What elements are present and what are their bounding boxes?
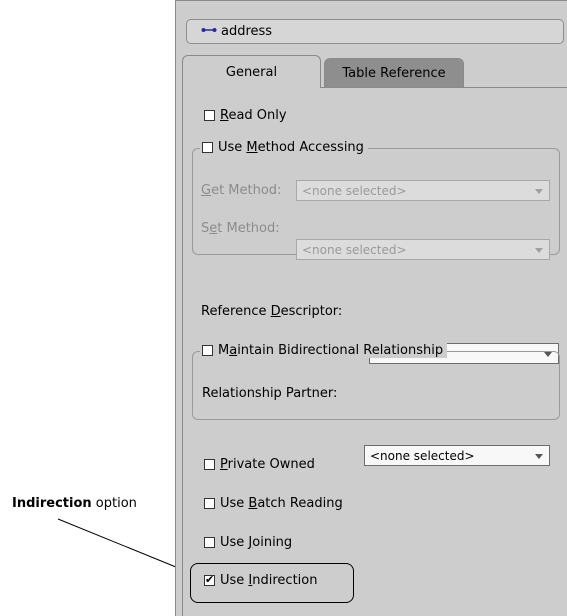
use-method-accessing-box[interactable] bbox=[202, 142, 213, 153]
get-method-value: <none selected> bbox=[302, 184, 407, 198]
tab-table-reference-label: Table Reference bbox=[342, 66, 446, 81]
set-method-dropdown: <none selected> bbox=[296, 239, 550, 260]
read-only-checkbox[interactable]: Read Only bbox=[204, 108, 287, 123]
relationship-partner-dropdown[interactable]: <none selected> bbox=[364, 445, 550, 466]
use-method-accessing-label: Use Method Accessing bbox=[218, 140, 364, 155]
read-only-label: Read Only bbox=[220, 108, 287, 123]
use-batch-reading-checkbox[interactable]: Use Batch Reading bbox=[204, 496, 343, 511]
tab-general-label: General bbox=[225, 64, 278, 80]
use-batch-reading-label: Use Batch Reading bbox=[220, 496, 343, 511]
chevron-down-icon bbox=[535, 454, 543, 459]
maintain-bidirectional-box[interactable] bbox=[202, 345, 213, 356]
indirection-highlight bbox=[190, 563, 354, 603]
use-method-accessing-checkbox[interactable]: Use Method Accessing bbox=[200, 140, 368, 155]
get-method-dropdown: <none selected> bbox=[296, 180, 550, 201]
relationship-partner-label: Relationship Partner: bbox=[202, 386, 338, 401]
tab-general[interactable]: General bbox=[182, 55, 321, 88]
set-method-value: <none selected> bbox=[302, 243, 407, 257]
use-joining-checkbox[interactable]: Use Joining bbox=[204, 535, 292, 550]
relationship-partner-value: <none selected> bbox=[370, 449, 475, 463]
reference-descriptor-label: Reference Descriptor: bbox=[201, 304, 343, 319]
private-owned-box[interactable] bbox=[204, 459, 215, 470]
maintain-bidirectional-label: Maintain Bidirectional Relationship bbox=[218, 343, 444, 358]
get-method-label: Get Method: bbox=[201, 183, 282, 198]
mapping-title: address bbox=[221, 24, 273, 39]
private-owned-label: Private Owned bbox=[220, 457, 315, 472]
use-joining-label: Use Joining bbox=[220, 535, 293, 550]
mapping-title-bar: address bbox=[186, 19, 564, 44]
read-only-box[interactable] bbox=[204, 110, 215, 121]
private-owned-checkbox[interactable]: Private Owned bbox=[204, 457, 315, 472]
set-method-label: Set Method: bbox=[201, 221, 280, 236]
maintain-bidirectional-checkbox[interactable]: Maintain Bidirectional Relationship bbox=[200, 343, 448, 358]
chevron-down-icon bbox=[535, 248, 543, 253]
tab-table-reference[interactable]: Table Reference bbox=[324, 58, 464, 88]
use-joining-box[interactable] bbox=[204, 537, 215, 548]
mapping-icon bbox=[201, 28, 217, 32]
use-batch-reading-box[interactable] bbox=[204, 498, 215, 509]
chevron-down-icon bbox=[535, 189, 543, 194]
